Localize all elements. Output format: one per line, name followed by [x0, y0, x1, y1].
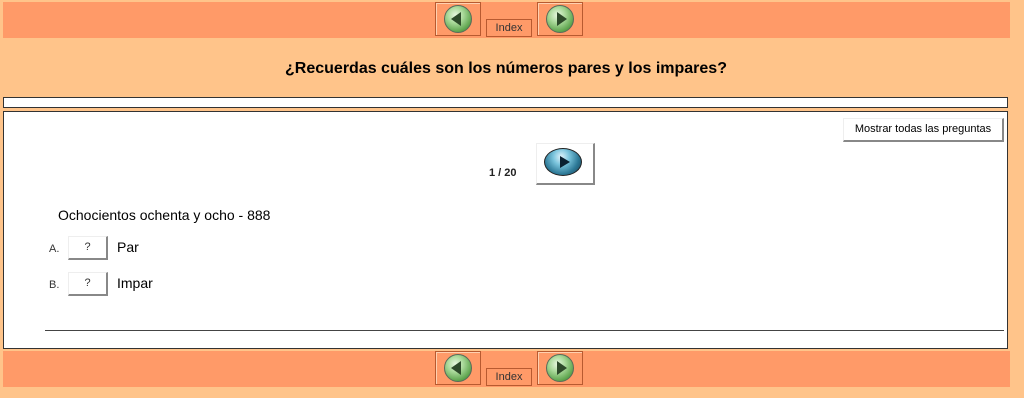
right-arrow-circle-icon — [546, 354, 574, 382]
left-triangle-icon — [451, 12, 461, 26]
thin-strip — [3, 97, 1008, 108]
bottom-nav-bar: Index — [3, 351, 1010, 387]
option-a: A. ? Par — [49, 236, 249, 260]
option-a-button[interactable]: ? — [68, 236, 108, 260]
top-nav-group: Index — [433, 2, 585, 38]
divider — [45, 330, 1004, 331]
quiz-panel: Mostrar todas las preguntas 1 / 20 Ochoc… — [3, 111, 1008, 349]
question-prompt: Ochocientos ochenta y ocho - 888 — [58, 207, 271, 223]
option-a-text: Par — [117, 239, 139, 255]
option-b-text: Impar — [117, 275, 153, 291]
option-b-button[interactable]: ? — [68, 272, 108, 296]
show-all-questions-button[interactable]: Mostrar todas las preguntas — [843, 118, 1004, 142]
play-next-icon — [544, 148, 582, 176]
bottom-index-button[interactable]: Index — [486, 368, 532, 386]
left-triangle-icon — [451, 361, 461, 375]
top-index-button[interactable]: Index — [486, 19, 532, 37]
option-b: B. ? Impar — [49, 272, 249, 296]
top-prev-button[interactable] — [435, 2, 481, 36]
page-title: ¿Recuerdas cuáles son los números pares … — [285, 60, 727, 77]
top-next-button[interactable] — [537, 2, 583, 36]
option-b-letter: B. — [49, 279, 60, 291]
bottom-prev-button[interactable] — [435, 351, 481, 385]
next-question-button[interactable] — [536, 143, 595, 185]
right-arrow-circle-icon — [546, 5, 574, 33]
right-triangle-icon — [557, 361, 567, 375]
left-arrow-circle-icon — [444, 354, 472, 382]
question-counter: 1 / 20 — [489, 167, 517, 179]
right-triangle-icon — [557, 12, 567, 26]
bottom-nav-group: Index — [433, 351, 585, 387]
top-nav-bar: Index — [3, 2, 1010, 38]
option-a-letter: A. — [49, 243, 60, 255]
bottom-next-button[interactable] — [537, 351, 583, 385]
left-arrow-circle-icon — [444, 5, 472, 33]
